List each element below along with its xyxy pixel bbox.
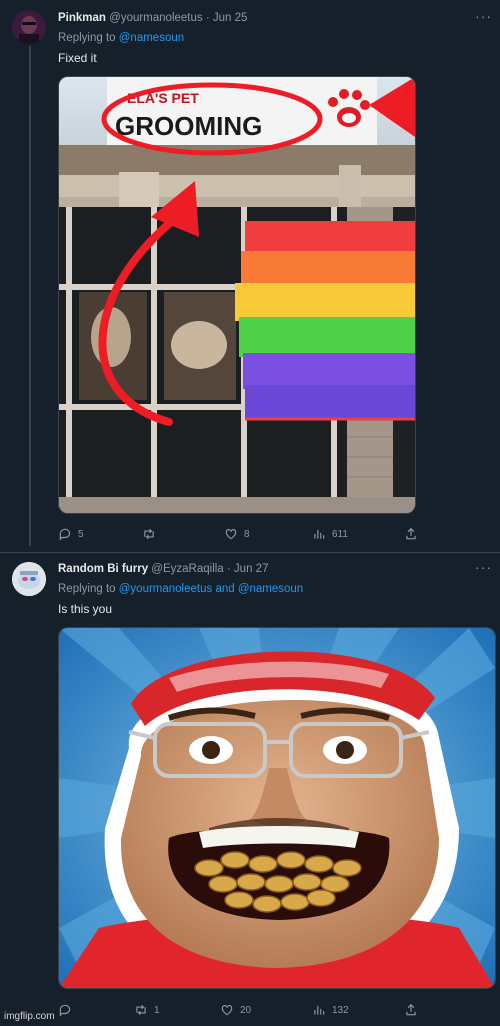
- analytics-icon: [314, 529, 325, 539]
- share-icon: [406, 1003, 416, 1016]
- analytics-icon: [314, 1005, 325, 1015]
- handle[interactable]: @yourmanoleetus: [109, 12, 203, 24]
- replying-to-link[interactable]: @yourmanoleetus and @namesoun: [119, 583, 303, 595]
- views-button[interactable]: 611: [312, 527, 348, 541]
- like-count: 8: [244, 528, 250, 540]
- share-button[interactable]: [404, 1003, 418, 1017]
- replying-to-label: Replying to: [58, 32, 116, 44]
- avatar[interactable]: [12, 562, 46, 596]
- heart-icon: [221, 1005, 233, 1016]
- tweet-text: Is this you: [58, 602, 113, 616]
- retweet-button[interactable]: 1: [134, 1003, 160, 1017]
- share-button[interactable]: [404, 527, 418, 541]
- replying-to-link[interactable]: @namesoun: [119, 32, 184, 44]
- heart-icon: [225, 529, 237, 540]
- tweet-image-coin-mouth-face[interactable]: [58, 627, 496, 989]
- reply-icon: [59, 528, 71, 541]
- replying-to-label: Replying to: [58, 583, 116, 595]
- view-count: 132: [332, 1004, 349, 1016]
- reply-button[interactable]: [58, 1003, 78, 1017]
- share-icon: [406, 527, 416, 540]
- timestamp[interactable]: · Jun 25: [206, 12, 248, 24]
- view-count: 611: [332, 528, 348, 540]
- like-button[interactable]: 8: [224, 527, 250, 541]
- tweet-random-bi-furry[interactable]: Random Bi furry @EyzaRaqilla · Jun 27 ··…: [0, 553, 500, 1026]
- like-button[interactable]: 20: [220, 1003, 251, 1017]
- imgflip-watermark: imgflip.com: [4, 1011, 55, 1022]
- retweet-button[interactable]: [142, 527, 162, 541]
- display-name[interactable]: Random Bi furry: [58, 563, 148, 575]
- tweet-text: Fixed it: [58, 51, 97, 65]
- more-options-icon[interactable]: ···: [475, 559, 492, 575]
- retweet-count: 1: [154, 1004, 160, 1016]
- timestamp[interactable]: · Jun 27: [227, 563, 269, 575]
- tweet-image-grooming-storefront[interactable]: ELA'S PET GROOMING: [58, 76, 416, 514]
- sign-main-text: GROOMING: [115, 111, 262, 141]
- reply-icon: [59, 1004, 71, 1017]
- more-options-icon[interactable]: ···: [475, 8, 492, 24]
- display-name[interactable]: Pinkman: [58, 12, 106, 24]
- views-button[interactable]: 132: [312, 1003, 349, 1017]
- retweet-icon: [136, 1004, 146, 1016]
- reply-count: 5: [78, 528, 84, 540]
- reply-button[interactable]: 5: [58, 527, 84, 541]
- avatar[interactable]: [12, 10, 46, 44]
- retweet-icon: [144, 528, 154, 540]
- like-count: 20: [240, 1004, 252, 1016]
- tweet-pinkman[interactable]: Pinkman @yourmanoleetus · Jun 25 ··· Rep…: [0, 0, 500, 548]
- handle[interactable]: @EyzaRaqilla: [151, 563, 223, 575]
